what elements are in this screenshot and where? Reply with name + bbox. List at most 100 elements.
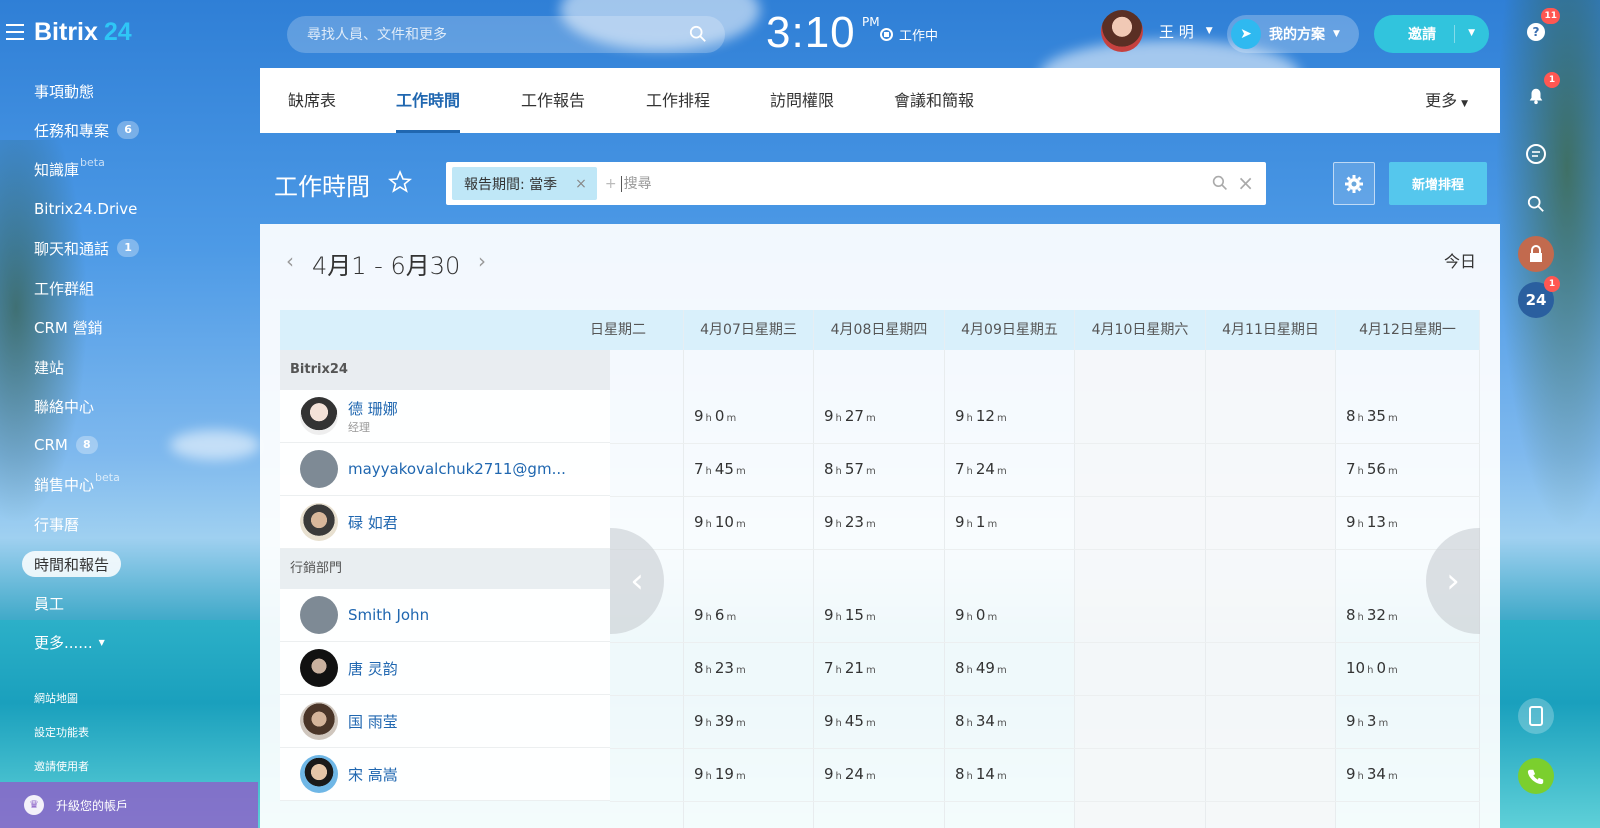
configure-menu-link[interactable]: 設定功能表 [34,724,89,740]
hours-cell[interactable]: 8 h 32 m [1346,606,1401,624]
sidebar-item-time-reports[interactable]: 時間和報告 [22,551,122,577]
filter-search-input[interactable] [620,175,1181,192]
timesheet-panel: ‹ 4月1 - 6月30 › 今日 日星期二 4月07日星期三 4月08日星期四 4月… [260,224,1500,828]
hours-cell[interactable]: 9 h 34 m [1346,765,1401,783]
hours-cell[interactable]: 8 h 34 m [955,712,1010,730]
sidebar-item-feed[interactable]: 事項動態 [34,78,94,104]
employee-name[interactable]: mayyakovalchuk2711@gm... [348,460,566,478]
filter-chip[interactable]: 報告期間: 當季 × [452,167,597,200]
sidebar-item-more[interactable]: 更多...... ▼ [34,629,105,655]
notifications-button[interactable]: 1 [1518,72,1560,114]
tab-working-time[interactable]: 工作時間 [396,68,461,133]
employee-name[interactable]: 国 雨莹 [348,711,398,732]
clock-time[interactable]: 3:10 [766,8,856,58]
employee-info: Smith John [348,606,429,624]
hours-cell[interactable]: 9h3m [1346,712,1391,730]
today-button[interactable]: 今日 [1444,248,1476,272]
employee-row[interactable]: Smith John [280,589,610,642]
employee-row[interactable]: 碌 如君 [280,496,610,549]
hours-cell[interactable]: 7 h 24 m [955,460,1010,478]
chevron-left-icon[interactable]: ‹ [286,249,294,273]
hours-cell[interactable]: 9h0m [694,407,739,425]
hours-cell[interactable]: 9h6m [694,606,739,624]
sidebar-item-crm-marketing[interactable]: CRM 營銷 [34,314,103,340]
hours-cell[interactable]: 9h1m [955,513,1000,531]
sitemap-link[interactable]: 網站地圖 [34,690,78,706]
employee-name[interactable]: 德 珊娜 [348,398,398,419]
hours-cell[interactable]: 9 h 13 m [1346,513,1401,531]
work-status[interactable]: 工作中 [880,25,938,44]
hours-cell[interactable]: 9 h 27 m [824,407,879,425]
employee-row[interactable]: 宋 高嵩 [280,748,610,801]
my-plan-button[interactable]: ➤ 我的方案 ▼ [1227,15,1359,53]
hours-cell[interactable]: 9 h 19 m [694,765,749,783]
hours-cell[interactable]: 7 h 56 m [1346,460,1401,478]
sidebar-item-sales-center[interactable]: 銷售中心 beta [34,471,120,497]
sidebar-item-employees[interactable]: 員工 [34,590,64,616]
sidebar-item-workgroups[interactable]: 工作群組 [34,275,94,301]
employee-name[interactable]: Smith John [348,606,429,624]
hours-cell[interactable]: 8 h 49 m [955,659,1010,677]
global-search-input[interactable] [307,26,687,43]
messenger-button[interactable] [1518,136,1554,172]
tab-work-reports[interactable]: 工作報告 [521,68,585,133]
hours-cell[interactable]: 9 h 24 m [824,765,879,783]
hours-cell[interactable]: 8 h 14 m [955,765,1010,783]
employee-row[interactable]: mayyakovalchuk2711@gm... [280,443,610,496]
hours-cell[interactable]: 9 h 15 m [824,606,879,624]
mobile-app-button[interactable] [1518,698,1554,734]
upgrade-account-button[interactable]: ♛ 升級您的帳戶 [0,782,258,828]
employee-row[interactable]: 国 雨莹 [280,695,610,748]
hours-unit: h [1357,466,1364,477]
logo[interactable]: Bitrix 24 [34,18,132,47]
settings-button[interactable] [1333,162,1375,205]
chevron-right-icon[interactable]: › [478,249,486,273]
hours-cell[interactable]: 7 h 45 m [694,460,749,478]
chevron-down-icon[interactable]: ▼ [1468,28,1475,38]
call-button[interactable] [1518,758,1554,794]
hours-cell[interactable]: 8 h 23 m [694,659,749,677]
hours-cell[interactable]: 10 h 0 m [1346,659,1401,677]
tab-meetings[interactable]: 會議和簡報 [894,68,974,133]
star-icon[interactable] [388,170,412,194]
hours-cell[interactable]: 9 h 39 m [694,712,749,730]
add-schedule-button[interactable]: 新增排程 [1389,162,1487,205]
bitrix24-button[interactable]: 24 1 [1518,276,1560,318]
hours-cell[interactable]: 8 h 57 m [824,460,879,478]
tab-access-permissions[interactable]: 訪問權限 [770,68,834,133]
invite-button[interactable]: 邀請 ▼ [1374,15,1489,53]
search-icon[interactable] [1212,175,1228,191]
invite-users-link[interactable]: 邀請使用者 [34,758,89,774]
sidebar-item-contact-center[interactable]: 聯絡中心 [34,393,94,419]
tab-work-schedules[interactable]: 工作排程 [646,68,710,133]
hours-cell[interactable]: 9h0m [955,606,1000,624]
search-button[interactable] [1518,186,1554,222]
hours-cell[interactable]: 8 h 35 m [1346,407,1401,425]
sidebar-item-knowledge-base[interactable]: 知識庫 beta [34,156,105,182]
employee-row[interactable]: 唐 灵韵 [280,642,610,695]
hours-cell[interactable]: 9 h 45 m [824,712,879,730]
hours-cell[interactable]: 9 h 10 m [694,513,749,531]
sidebar-item-sites[interactable]: 建站 [34,354,64,380]
hours-cell[interactable]: 7 h 21 m [824,659,879,677]
hours-cell[interactable]: 9 h 12 m [955,407,1010,425]
employee-name[interactable]: 唐 灵韵 [348,658,398,679]
hours-cell[interactable]: 9 h 23 m [824,513,879,531]
employee-row[interactable]: 德 珊娜 经理 [280,390,610,443]
user-menu[interactable]: 王 明 ▼ [1101,10,1213,52]
tab-more-button[interactable]: 更多 ▼ [1425,68,1468,133]
clear-icon[interactable]: × [1237,171,1254,195]
sidebar-item-crm[interactable]: CRM 8 [34,432,98,458]
help-button[interactable]: ? 11 [1518,8,1560,50]
employee-name[interactable]: 碌 如君 [348,512,398,533]
hamburger-menu-icon[interactable] [6,24,24,40]
employee-name[interactable]: 宋 高嵩 [348,764,398,785]
sidebar-item-chat[interactable]: 聊天和通話 1 [34,235,140,261]
lock-button[interactable] [1518,236,1554,272]
sidebar-item-drive[interactable]: Bitrix24.Drive [34,196,137,222]
close-icon[interactable]: × [575,176,587,192]
search-icon[interactable] [689,25,707,43]
sidebar-item-tasks[interactable]: 任務和專案 6 [34,117,140,143]
sidebar-item-calendar[interactable]: 行事曆 [34,511,79,537]
tab-absence-chart[interactable]: 缺席表 [288,68,336,133]
